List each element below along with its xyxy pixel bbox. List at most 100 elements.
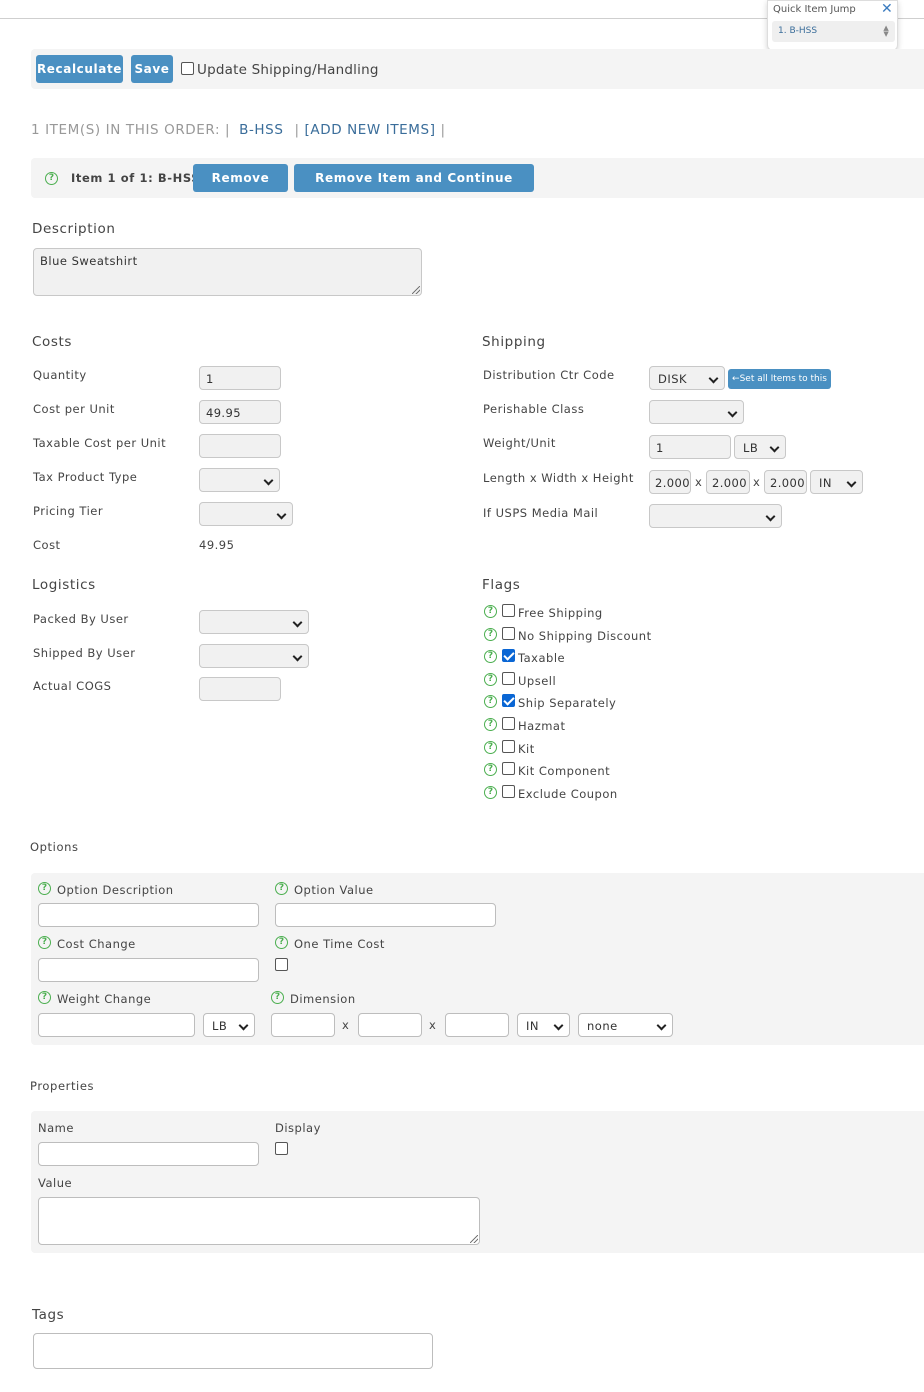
- option-width-input[interactable]: [358, 1013, 422, 1037]
- flag-label: Taxable: [518, 651, 566, 666]
- weight-change-unit-select[interactable]: LB: [203, 1013, 255, 1037]
- help-circle-icon[interactable]: ?: [38, 936, 51, 949]
- shipped-by-select[interactable]: [199, 644, 309, 668]
- one-time-cost-checkbox[interactable]: [275, 958, 288, 971]
- option-length-input[interactable]: [271, 1013, 335, 1037]
- help-circle-icon[interactable]: ?: [38, 991, 51, 1004]
- shipping-heading: Shipping: [482, 334, 546, 350]
- quantity-input[interactable]: 1: [199, 366, 281, 390]
- flag-checkbox[interactable]: [502, 604, 515, 617]
- perishable-class-select[interactable]: [649, 400, 744, 424]
- taxable-cost-label: Taxable Cost per Unit: [33, 436, 167, 450]
- taxable-cost-input[interactable]: [199, 434, 281, 458]
- updown-arrows-icon: ▲ ▼: [883, 24, 889, 38]
- help-circle-icon[interactable]: ?: [484, 763, 497, 777]
- weight-unit-label: Weight/Unit: [483, 436, 556, 450]
- description-textarea[interactable]: Blue Sweatshirt: [33, 248, 422, 296]
- resize-grip-icon[interactable]: [470, 1235, 478, 1243]
- perishable-class-label: Perishable Class: [483, 402, 585, 416]
- set-all-items-button[interactable]: ←Set all Items to this: [728, 369, 831, 389]
- flag-checkbox[interactable]: [502, 717, 515, 730]
- flag-checkbox[interactable]: [502, 649, 515, 663]
- recalculate-button[interactable]: Recalculate: [36, 55, 123, 83]
- remove-item-continue-button[interactable]: Remove Item and Continue Editing: [294, 164, 534, 213]
- property-display-checkbox[interactable]: [275, 1142, 288, 1155]
- chevron-down-icon: [708, 373, 719, 384]
- logistics-heading: Logistics: [32, 577, 96, 593]
- help-circle-icon[interactable]: ?: [484, 627, 497, 641]
- dim-separator: x: [429, 1018, 437, 1032]
- help-circle-icon[interactable]: ?: [45, 172, 58, 185]
- help-circle-icon[interactable]: ?: [271, 991, 284, 1004]
- pricing-tier-select[interactable]: [199, 502, 293, 526]
- quick-item-jump: Quick Item Jump ✕ 1. B-HSS ▲ ▼: [767, 0, 898, 51]
- chevron-down-icon: [238, 1020, 249, 1031]
- flag-checkbox[interactable]: [502, 784, 515, 798]
- flag-label: Hazmat: [518, 719, 566, 733]
- option-description-input[interactable]: [38, 903, 259, 927]
- dist-ctr-select[interactable]: DISK: [649, 366, 725, 390]
- chevron-down-icon: [276, 509, 287, 520]
- length-input[interactable]: 2.000: [649, 470, 691, 494]
- chevron-down-icon: [727, 407, 738, 418]
- option-description-label: Option Description: [57, 883, 174, 897]
- help-circle-icon[interactable]: ?: [484, 785, 497, 799]
- packed-by-label: Packed By User: [33, 612, 129, 626]
- close-icon[interactable]: ✕: [881, 2, 893, 16]
- help-circle-icon[interactable]: ?: [275, 882, 288, 895]
- property-name-label: Name: [38, 1121, 74, 1135]
- tags-input[interactable]: [33, 1333, 433, 1369]
- cost-change-input[interactable]: [38, 958, 259, 982]
- height-input[interactable]: 2.000: [764, 470, 807, 494]
- actual-cogs-input[interactable]: [199, 677, 281, 701]
- weight-input[interactable]: 1: [649, 435, 731, 459]
- packed-by-select[interactable]: [199, 610, 309, 634]
- property-value-label: Value: [38, 1176, 73, 1190]
- width-input[interactable]: 2.000: [706, 470, 750, 494]
- flag-label: Kit: [518, 741, 535, 756]
- help-circle-icon[interactable]: ?: [484, 695, 497, 709]
- option-dim-unit-select[interactable]: IN: [517, 1013, 570, 1037]
- resize-grip-icon[interactable]: [412, 286, 420, 294]
- property-name-input[interactable]: [38, 1142, 259, 1166]
- quick-jump-select[interactable]: 1. B-HSS ▲ ▼: [772, 21, 895, 42]
- flag-label: Ship Separately: [518, 696, 617, 711]
- option-value-input[interactable]: [275, 903, 496, 927]
- property-value-textarea[interactable]: [38, 1197, 480, 1245]
- help-circle-icon[interactable]: ?: [38, 882, 51, 895]
- weight-unit-select[interactable]: LB: [734, 435, 786, 459]
- chevron-down-icon: [263, 475, 274, 486]
- dim-separator: x: [342, 1018, 350, 1032]
- help-circle-icon[interactable]: ?: [275, 936, 288, 949]
- add-new-items-link[interactable]: [ADD NEW ITEMS]: [305, 122, 436, 138]
- order-summary: 1 ITEM(S) IN THIS ORDER: | B-HSS | [ADD …: [31, 122, 446, 138]
- help-circle-icon[interactable]: ?: [484, 718, 497, 731]
- option-dim-extra-select[interactable]: none: [578, 1013, 673, 1037]
- quantity-label: Quantity: [33, 368, 87, 382]
- weight-change-input[interactable]: [38, 1013, 195, 1037]
- remove-item-button[interactable]: Remove Item: [193, 164, 288, 213]
- quick-jump-selected: 1. B-HSS: [778, 26, 818, 36]
- flag-checkbox[interactable]: [502, 626, 515, 640]
- chevron-down-icon: [656, 1020, 667, 1031]
- flag-checkbox[interactable]: [502, 739, 515, 753]
- weight-change-label: Weight Change: [57, 992, 152, 1006]
- tax-product-type-select[interactable]: [199, 468, 280, 492]
- flag-checkbox[interactable]: [502, 762, 515, 776]
- usps-media-mail-select[interactable]: [649, 504, 782, 528]
- update-shipping-checkbox[interactable]: [181, 62, 194, 75]
- flag-checkbox[interactable]: [502, 671, 515, 685]
- help-circle-icon[interactable]: ?: [484, 740, 497, 754]
- item-link-b-hss[interactable]: B-HSS: [239, 122, 283, 138]
- option-height-input[interactable]: [445, 1013, 509, 1037]
- description-value: Blue Sweatshirt: [40, 254, 138, 268]
- help-circle-icon[interactable]: ?: [484, 650, 497, 664]
- flag-checkbox[interactable]: [502, 694, 515, 708]
- property-display-label: Display: [275, 1121, 321, 1135]
- help-circle-icon[interactable]: ?: [484, 605, 497, 618]
- update-shipping-label: Update Shipping/Handling: [197, 62, 379, 78]
- save-button[interactable]: Save: [131, 55, 173, 83]
- help-circle-icon[interactable]: ?: [484, 672, 497, 686]
- dimension-unit-select[interactable]: IN: [810, 470, 863, 494]
- cost-per-unit-input[interactable]: 49.95: [199, 400, 281, 424]
